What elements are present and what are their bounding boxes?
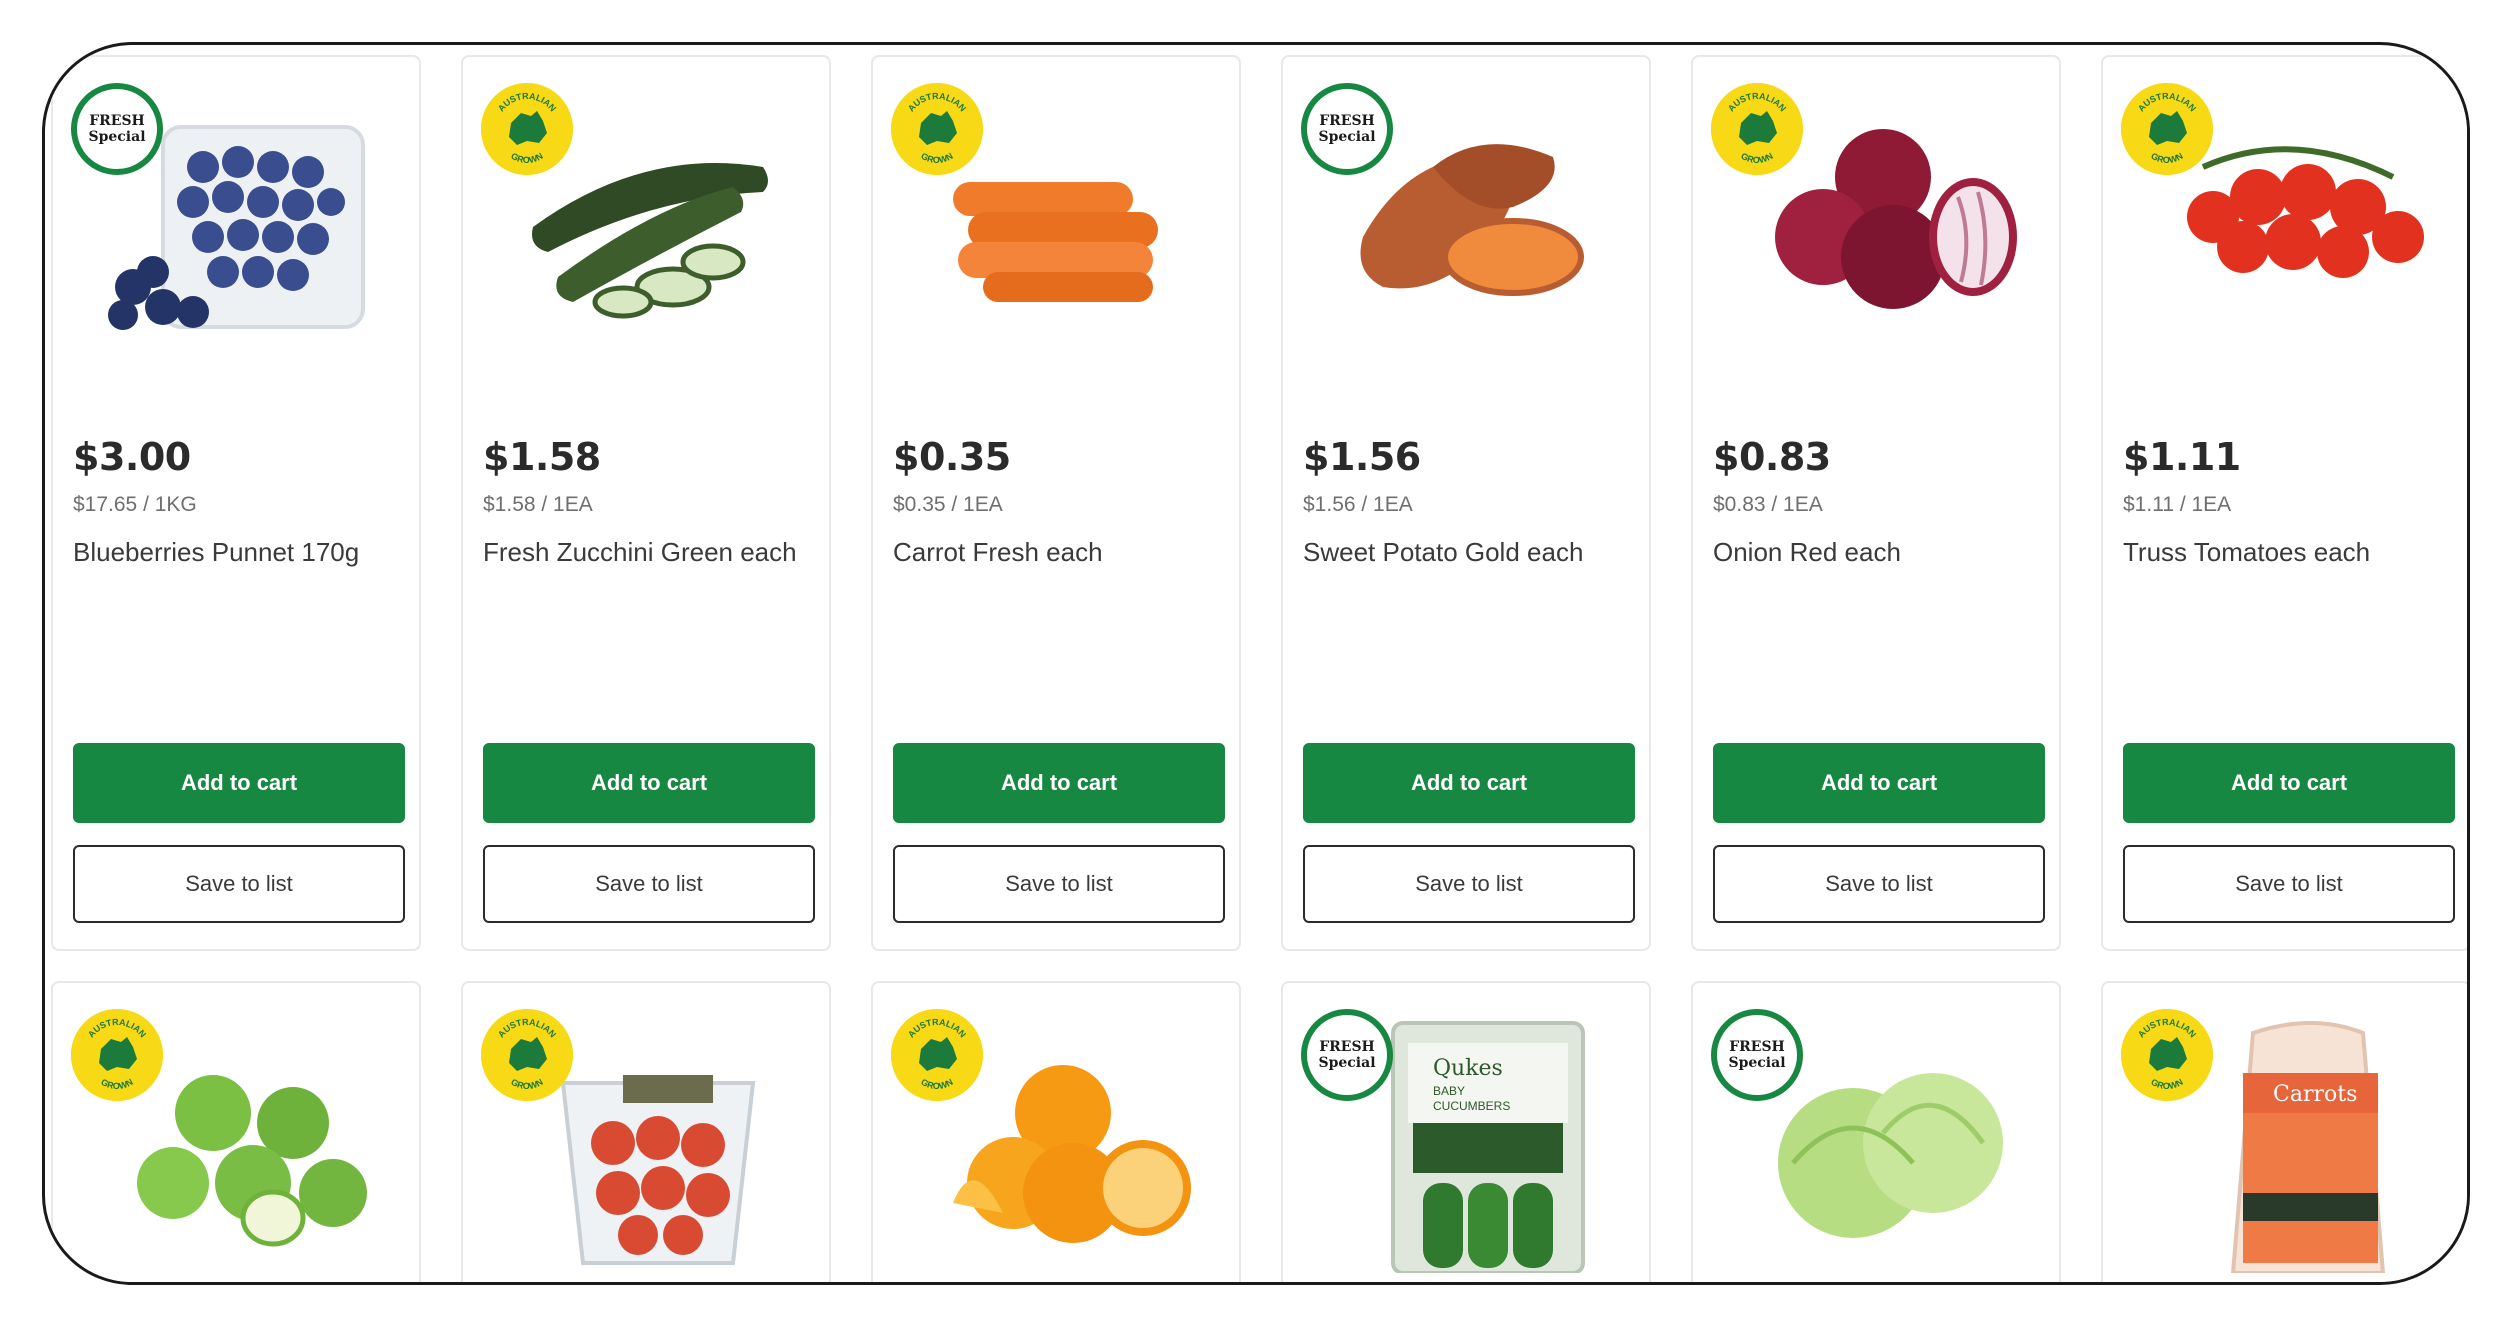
product-card[interactable]: AUSTRALIAN GROWN $0.83 $0.83 / 1EA Onion… — [1691, 55, 2061, 951]
product-name[interactable]: Onion Red each — [1713, 537, 1901, 568]
australian-grown-badge: AUSTRALIAN GROWN — [481, 83, 573, 175]
add-to-cart-button[interactable]: Add to cart — [73, 743, 405, 823]
product-grid: FRESH Special $3.00 $17.65 / 1KG Blueber… — [51, 55, 2467, 1282]
unit-price: $1.58 / 1EA — [483, 493, 593, 516]
unit-price: $0.35 / 1EA — [893, 493, 1003, 516]
unit-price: $17.65 / 1KG — [73, 493, 197, 516]
product-card[interactable]: AUSTRALIAN GROWN $1.11 $1.11 / 1EA Truss… — [2101, 55, 2467, 951]
australian-grown-badge: AUSTRALIAN GROWN — [891, 83, 983, 175]
add-to-cart-button[interactable]: Add to cart — [1713, 743, 2045, 823]
unit-price: $1.56 / 1EA — [1303, 493, 1413, 516]
product-price: $1.58 — [483, 435, 601, 479]
add-to-cart-button[interactable]: Add to cart — [893, 743, 1225, 823]
badge-line-1: FRESH — [1319, 1039, 1375, 1055]
unit-price: $0.83 / 1EA — [1713, 493, 1823, 516]
badge-line-1: FRESH — [1729, 1039, 1785, 1055]
svg-text:BABY: BABY — [1433, 1084, 1465, 1098]
product-name[interactable]: Carrot Fresh each — [893, 537, 1103, 568]
save-to-list-button[interactable]: Save to list — [893, 845, 1225, 923]
save-to-list-button[interactable]: Save to list — [1713, 845, 2045, 923]
save-to-list-button[interactable]: Save to list — [2123, 845, 2455, 923]
svg-text:CUCUMBERS: CUCUMBERS — [1433, 1099, 1510, 1113]
badge-line-1: FRESH — [89, 113, 145, 129]
fresh-special-badge: FRESH Special — [1301, 83, 1393, 175]
product-card[interactable]: AUSTRALIAN GROWN — [51, 981, 421, 1282]
badge-line-2: Special — [1728, 1055, 1786, 1071]
save-to-list-button[interactable]: Save to list — [1303, 845, 1635, 923]
fresh-special-badge: FRESH Special — [71, 83, 163, 175]
product-name[interactable]: Truss Tomatoes each — [2123, 537, 2370, 568]
badge-line-2: Special — [1318, 1055, 1376, 1071]
badge-line-2: Special — [88, 129, 146, 145]
australian-grown-badge: AUSTRALIAN GROWN — [71, 1009, 163, 1101]
product-card[interactable]: FRESH Special — [1691, 981, 2061, 1282]
save-to-list-button[interactable]: Save to list — [483, 845, 815, 923]
australian-grown-badge: AUSTRALIAN GROWN — [2121, 1009, 2213, 1101]
product-price: $0.35 — [893, 435, 1011, 479]
product-name[interactable]: Blueberries Punnet 170g — [73, 537, 359, 568]
unit-price: $1.11 / 1EA — [2123, 493, 2232, 516]
fresh-special-badge: FRESH Special — [1301, 1009, 1393, 1101]
product-card[interactable]: AUSTRALIAN GROWN $0.35 $0.35 / 1EA Carro… — [871, 55, 1241, 951]
product-grid-frame: FRESH Special $3.00 $17.65 / 1KG Blueber… — [42, 42, 2470, 1285]
product-price: $1.11 — [2123, 435, 2241, 479]
product-price: $3.00 — [73, 435, 191, 479]
add-to-cart-button[interactable]: Add to cart — [1303, 743, 1635, 823]
australian-grown-badge: AUSTRALIAN GROWN — [481, 1009, 573, 1101]
product-card[interactable]: AUSTRALIAN GROWN Carrots — [2101, 981, 2467, 1282]
product-card[interactable]: AUSTRALIAN GROWN — [461, 981, 831, 1282]
add-to-cart-button[interactable]: Add to cart — [483, 743, 815, 823]
australian-grown-badge: AUSTRALIAN GROWN — [2121, 83, 2213, 175]
product-card[interactable]: AUSTRALIAN GROWN $1.58 $1.58 / 1EA Fresh… — [461, 55, 831, 951]
product-card[interactable]: FRESH Special $1.56 $1.56 / 1EA Sweet Po… — [1281, 55, 1651, 951]
product-price: $1.56 — [1303, 435, 1421, 479]
save-to-list-button[interactable]: Save to list — [73, 845, 405, 923]
product-card[interactable]: FRESH Special Qukes BABY CUCUMBERS — [1281, 981, 1651, 1282]
australian-grown-badge: AUSTRALIAN GROWN — [891, 1009, 983, 1101]
svg-text:Carrots: Carrots — [2273, 1082, 2357, 1107]
product-card[interactable]: FRESH Special $3.00 $17.65 / 1KG Blueber… — [51, 55, 421, 951]
product-card[interactable]: AUSTRALIAN GROWN — [871, 981, 1241, 1282]
australian-grown-badge: AUSTRALIAN GROWN — [1711, 83, 1803, 175]
fresh-special-badge: FRESH Special — [1711, 1009, 1803, 1101]
svg-text:Qukes: Qukes — [1433, 1056, 1503, 1081]
product-price: $0.83 — [1713, 435, 1831, 479]
product-name[interactable]: Fresh Zucchini Green each — [483, 537, 797, 568]
add-to-cart-button[interactable]: Add to cart — [2123, 743, 2455, 823]
badge-line-1: FRESH — [1319, 113, 1375, 129]
product-name[interactable]: Sweet Potato Gold each — [1303, 537, 1583, 568]
badge-line-2: Special — [1318, 129, 1376, 145]
